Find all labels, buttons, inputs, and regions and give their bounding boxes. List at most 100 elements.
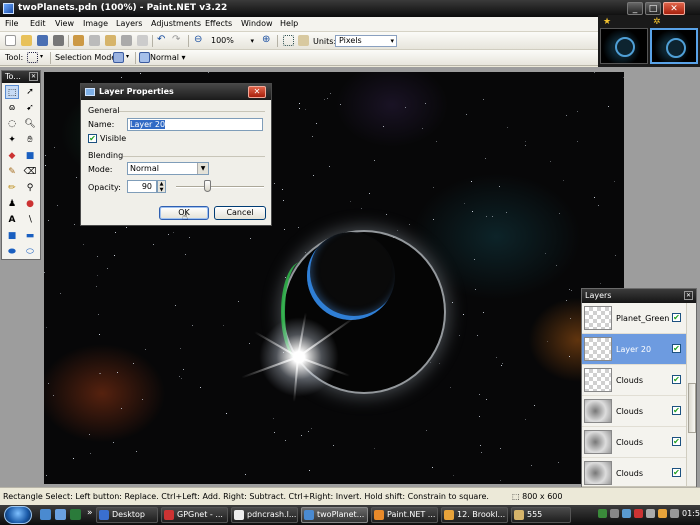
layer-row[interactable]: Planet_Green ✔ <box>582 303 686 334</box>
line-curve-tool[interactable]: ∖ <box>23 213 37 227</box>
pencil-tool[interactable]: ✏︎ <box>5 181 19 195</box>
chevron-down-icon[interactable]: ▼ <box>197 163 208 174</box>
tray-icon[interactable] <box>610 509 619 518</box>
taskbar-item-brooklyn[interactable]: 12. Brookl... <box>441 507 508 523</box>
move-selection-tool[interactable]: ➚ <box>23 85 37 99</box>
layer-row[interactable]: Clouds ✔ <box>582 458 686 489</box>
menu-file[interactable]: File <box>5 19 18 28</box>
freeform-shape-tool[interactable]: ⬭ <box>23 245 37 259</box>
close-icon[interactable]: ✕ <box>29 72 38 81</box>
menu-layers[interactable]: Layers <box>116 19 142 28</box>
text-tool[interactable]: A <box>5 213 19 227</box>
gradient-tool[interactable]: ■ <box>23 149 37 163</box>
quick-launch-icon[interactable] <box>70 509 81 520</box>
color-picker-tool[interactable]: ⚲ <box>23 181 37 195</box>
layer-visible-checkbox[interactable]: ✔ <box>672 375 681 384</box>
opacity-slider-handle[interactable] <box>204 180 211 192</box>
maximize-button[interactable]: □ <box>645 2 661 15</box>
tray-icon[interactable] <box>598 509 607 518</box>
copy-icon[interactable] <box>89 35 100 46</box>
zoom-in-icon[interactable]: ⊕ <box>262 35 273 46</box>
redo-icon[interactable]: ↷ <box>172 35 183 46</box>
layers-scrollbar[interactable] <box>686 303 696 488</box>
paint-bucket-tool[interactable]: ◆ <box>5 149 19 163</box>
layer-visible-checkbox[interactable]: ✔ <box>672 344 681 353</box>
print-icon[interactable] <box>53 35 64 46</box>
opacity-spinner[interactable]: ▲ ▼ <box>157 180 166 193</box>
menu-help[interactable]: Help <box>280 19 298 28</box>
selection-mode-icon[interactable] <box>113 52 124 63</box>
dialog-close-button[interactable]: ✕ <box>248 86 266 98</box>
cancel-button[interactable]: Cancel <box>214 206 266 220</box>
quick-launch-icon[interactable] <box>40 509 51 520</box>
menu-adjustments[interactable]: Adjustments <box>151 19 201 28</box>
rectangle-select-tool-icon[interactable] <box>27 52 38 63</box>
tool-dropdown-icon[interactable]: ▾ <box>40 53 43 60</box>
rectangle-tool[interactable]: ■ <box>5 229 19 243</box>
volume-icon[interactable] <box>670 509 679 518</box>
pan-tool[interactable]: ✋︎ <box>23 133 37 147</box>
taskbar-item-twoplanets[interactable]: twoPlanet... <box>301 507 368 523</box>
zoom-out-icon[interactable]: ⊖ <box>194 35 205 46</box>
start-button[interactable] <box>4 506 32 524</box>
layer-visible-checkbox[interactable]: ✔ <box>672 313 681 322</box>
quick-launch-icon[interactable] <box>55 509 66 520</box>
taskbar-item-555[interactable]: 555 <box>511 507 571 523</box>
eraser-tool[interactable]: ⌫ <box>23 165 37 179</box>
new-file-icon[interactable] <box>5 35 16 46</box>
chevron-right-icon[interactable]: » <box>87 508 93 518</box>
open-folder-icon[interactable] <box>21 35 32 46</box>
opacity-slider-track[interactable] <box>176 186 264 188</box>
tray-icon[interactable] <box>622 509 631 518</box>
paste-icon[interactable] <box>105 35 116 46</box>
taskbar-item-desktop[interactable]: Desktop <box>96 507 158 523</box>
units-dropdown[interactable]: Pixels ▾ <box>335 35 397 47</box>
close-button[interactable]: ✕ <box>663 2 685 15</box>
undo-icon[interactable]: ↶ <box>157 35 168 46</box>
taskbar-item-paintnet[interactable]: Paint.NET ... <box>371 507 438 523</box>
image-thumbnail-2[interactable] <box>650 28 698 64</box>
crop-icon[interactable] <box>121 35 132 46</box>
layer-row[interactable]: Clouds ✔ <box>582 427 686 458</box>
visible-checkbox[interactable]: ✔ <box>88 134 97 143</box>
menu-window[interactable]: Window <box>241 19 273 28</box>
tray-icon[interactable] <box>658 509 667 518</box>
clone-stamp-tool[interactable]: ♟︎ <box>5 197 19 211</box>
ellipse-tool[interactable]: ⬬ <box>5 245 19 259</box>
ellipse-select-tool[interactable]: ◌ <box>5 117 19 131</box>
menu-edit[interactable]: Edit <box>30 19 46 28</box>
zoom-tool[interactable]: 🔍︎ <box>23 117 37 131</box>
close-icon[interactable]: ✕ <box>684 291 693 300</box>
menu-view[interactable]: View <box>55 19 74 28</box>
blend-mode-select[interactable]: Normal ▼ <box>127 162 209 175</box>
menu-effects[interactable]: Effects <box>205 19 232 28</box>
minimize-button[interactable]: _ <box>627 2 643 15</box>
layer-visible-checkbox[interactable]: ✔ <box>672 406 681 415</box>
rounded-rectangle-tool[interactable]: ▬ <box>23 229 37 243</box>
cut-icon[interactable] <box>73 35 84 46</box>
blend-mode-dropdown[interactable]: Normal ▾ <box>150 53 186 62</box>
taskbar-item-gpgnet[interactable]: GPGnet - ... <box>161 507 228 523</box>
magic-wand-tool[interactable]: ✦ <box>5 133 19 147</box>
taskbar-item-pdncrash[interactable]: pdncrash.l... <box>231 507 298 523</box>
selection-mode-dropdown-icon[interactable]: ▾ <box>126 53 129 60</box>
recolor-tool[interactable]: ● <box>23 197 37 211</box>
layer-row[interactable]: Layer 20 ✔ <box>582 334 686 365</box>
layer-name-input[interactable]: Layer 20 <box>127 118 263 131</box>
move-selected-tool[interactable]: ➹ <box>23 101 37 115</box>
tray-icon[interactable] <box>634 509 643 518</box>
grid-icon[interactable] <box>283 35 294 46</box>
tray-icon[interactable] <box>646 509 655 518</box>
deselect-icon[interactable] <box>137 35 148 46</box>
layer-visible-checkbox[interactable]: ✔ <box>672 437 681 446</box>
save-icon[interactable] <box>37 35 48 46</box>
layer-visible-checkbox[interactable]: ✔ <box>672 468 681 477</box>
ruler-icon[interactable] <box>298 35 309 46</box>
zoom-combo[interactable]: 100% ▾ <box>207 35 257 47</box>
opacity-input[interactable]: 90 <box>127 180 157 193</box>
layer-row[interactable]: Clouds ✔ <box>582 365 686 396</box>
paintbrush-tool[interactable]: ✎ <box>5 165 19 179</box>
lasso-tool[interactable]: ɷ <box>5 101 19 115</box>
menu-image[interactable]: Image <box>83 19 108 28</box>
layer-row[interactable]: Clouds ✔ <box>582 396 686 427</box>
